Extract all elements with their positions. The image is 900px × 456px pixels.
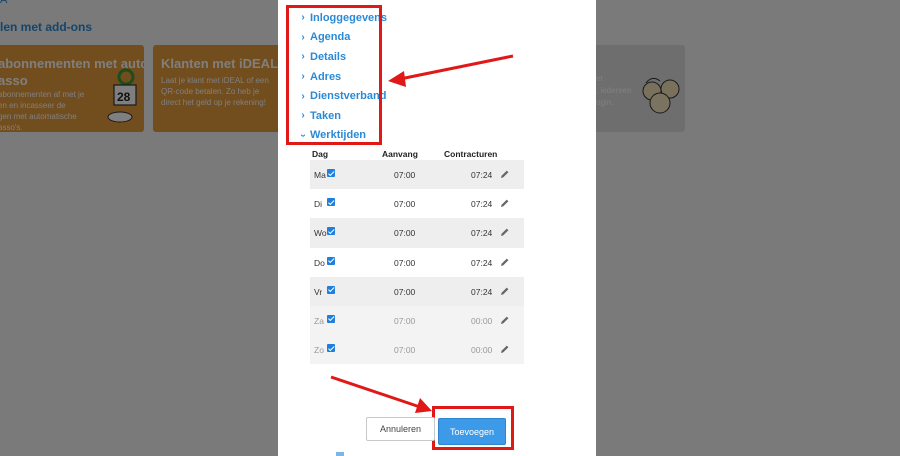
day-label: Vr [314, 286, 323, 297]
column-header-start: Aanvang [382, 149, 418, 159]
day-checkbox[interactable] [327, 256, 335, 265]
contract-hours: 07:24 [471, 257, 493, 268]
start-time: 07:00 [394, 345, 416, 356]
pencil-icon[interactable] [500, 257, 510, 267]
day-checkbox[interactable] [327, 169, 335, 177]
pencil-icon[interactable] [500, 344, 510, 354]
day-checkbox[interactable] [327, 344, 335, 353]
day-checkbox[interactable] [327, 198, 335, 207]
cancel-button[interactable]: Annuleren [366, 417, 435, 441]
table-row: Za 07:00 00:00 [310, 305, 524, 336]
pencil-icon[interactable] [500, 286, 510, 296]
day-label: Zo [314, 345, 324, 356]
start-time: 07:00 [394, 228, 416, 239]
contract-hours: 07:24 [471, 286, 493, 297]
start-time: 07:00 [394, 315, 416, 326]
day-checkbox[interactable] [327, 285, 335, 294]
pencil-icon[interactable] [500, 169, 510, 179]
start-time: 07:00 [394, 286, 416, 297]
day-checkbox[interactable] [327, 314, 335, 323]
table-row: Do 07:00 07:24 [310, 248, 524, 277]
start-time: 07:00 [394, 199, 416, 210]
contract-hours: 07:24 [471, 170, 493, 180]
start-time: 07:00 [394, 257, 416, 268]
table-row: Vr 07:00 07:24 [310, 276, 524, 306]
start-time: 07:00 [394, 170, 416, 180]
table-row: Zo 07:00 00:00 [310, 335, 524, 365]
table-row: Ma 07:00 07:24 [310, 160, 524, 190]
day-checkbox[interactable] [327, 227, 335, 236]
add-button[interactable]: Toevoegen [438, 418, 506, 445]
pencil-icon[interactable] [500, 198, 510, 208]
checkbox-partial[interactable] [336, 452, 344, 456]
contract-hours: 07:24 [471, 228, 493, 239]
worktimes-table: Ma 07:00 07:24 Di 07:00 07:24 Wo 07:00 0… [310, 160, 524, 365]
day-label: Za [314, 315, 324, 326]
column-header-hours: Contracturen [444, 149, 498, 159]
contract-hours: 00:00 [471, 315, 493, 326]
pencil-icon[interactable] [500, 227, 510, 237]
day-label: Wo [314, 228, 327, 239]
day-label: Do [314, 257, 325, 268]
day-label: Ma [314, 170, 326, 180]
worktimes-table-header: Dag Aanvang Contracturen [312, 146, 524, 160]
table-row: Wo 07:00 07:24 [310, 218, 524, 248]
contract-hours: 00:00 [471, 345, 493, 356]
table-row: Di 07:00 07:24 [310, 189, 524, 218]
annotation-box-sections [286, 5, 382, 145]
pencil-icon[interactable] [500, 315, 510, 325]
column-header-day: Dag [312, 149, 329, 159]
day-label: Di [314, 199, 323, 210]
contract-hours: 07:24 [471, 199, 493, 210]
